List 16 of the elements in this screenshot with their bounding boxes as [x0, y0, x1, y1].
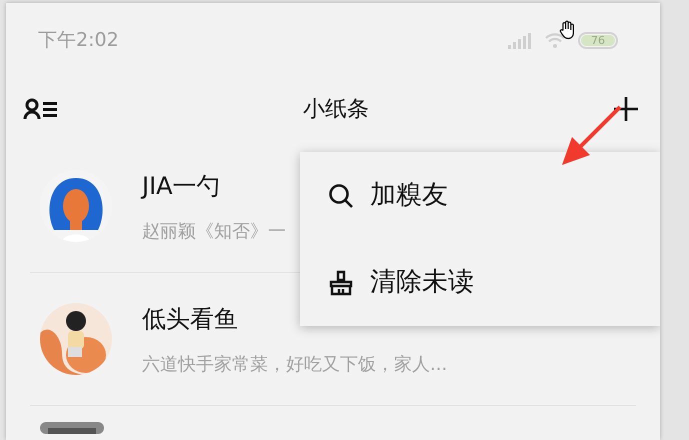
message-preview: 赵丽颖《知否》一	[142, 220, 286, 244]
message-preview: 六道快手家常菜，好吃又下饭，家人...	[142, 352, 448, 376]
status-time: 下午2:02	[38, 28, 119, 54]
broom-icon	[328, 270, 354, 296]
search-icon	[328, 182, 354, 208]
menu-item[interactable]: 清除未读	[300, 239, 660, 326]
add-icon[interactable]	[613, 96, 639, 122]
wifi-icon	[544, 32, 566, 49]
battery-icon: 76	[578, 32, 618, 49]
menu-item[interactable]: 加糗友	[300, 152, 660, 239]
signal-icon	[508, 32, 532, 48]
contacts-icon[interactable]	[23, 98, 59, 120]
contact-name: 低头看鱼	[142, 304, 239, 334]
contact-name: JIA一勺	[142, 170, 222, 202]
page-title: 小纸条	[302, 96, 370, 124]
hand-cursor-icon	[559, 20, 577, 40]
